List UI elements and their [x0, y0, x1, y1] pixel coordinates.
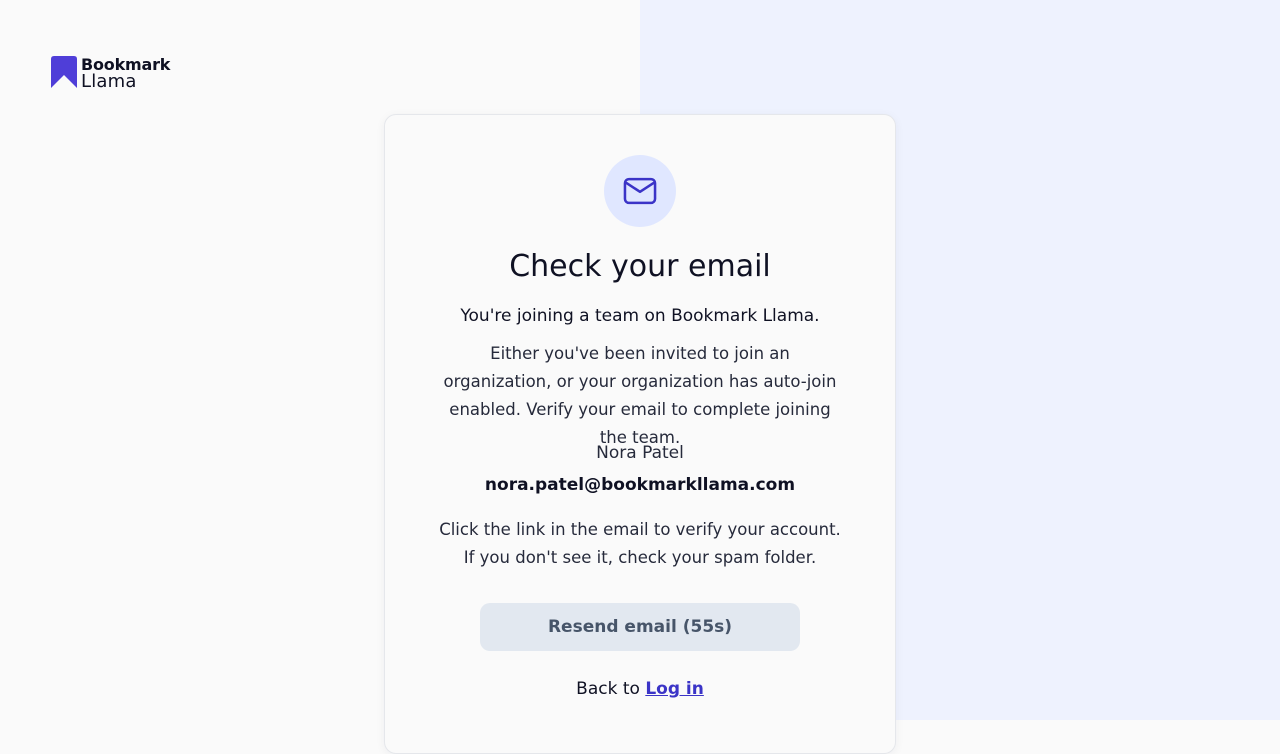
mail-icon-badge	[604, 155, 676, 227]
resend-email-button[interactable]: Resend email (55s)	[480, 603, 800, 651]
verify-email-card: Check your email You're joining a team o…	[384, 114, 896, 754]
back-to-login: Back to Log in	[385, 679, 895, 699]
user-name: Nora Patel	[596, 443, 684, 463]
bookmark-logo-icon	[51, 56, 77, 88]
description: Either you've been invited to join an or…	[443, 344, 837, 447]
page-title: Check your email	[509, 249, 771, 284]
user-email: nora.patel@bookmarkllama.com	[484, 475, 796, 495]
back-prefix: Back to	[576, 679, 646, 699]
brand-name: Bookmark Llama	[81, 56, 170, 92]
login-link[interactable]: Log in	[645, 679, 704, 699]
subtitle: You're joining a team on Bookmark Llama.	[460, 306, 820, 326]
brand-name-line2: Llama	[81, 71, 137, 92]
brand-logo[interactable]: Bookmark Llama	[51, 56, 170, 92]
mail-icon	[623, 177, 657, 205]
verification-note: Click the link in the email to verify yo…	[439, 520, 841, 567]
